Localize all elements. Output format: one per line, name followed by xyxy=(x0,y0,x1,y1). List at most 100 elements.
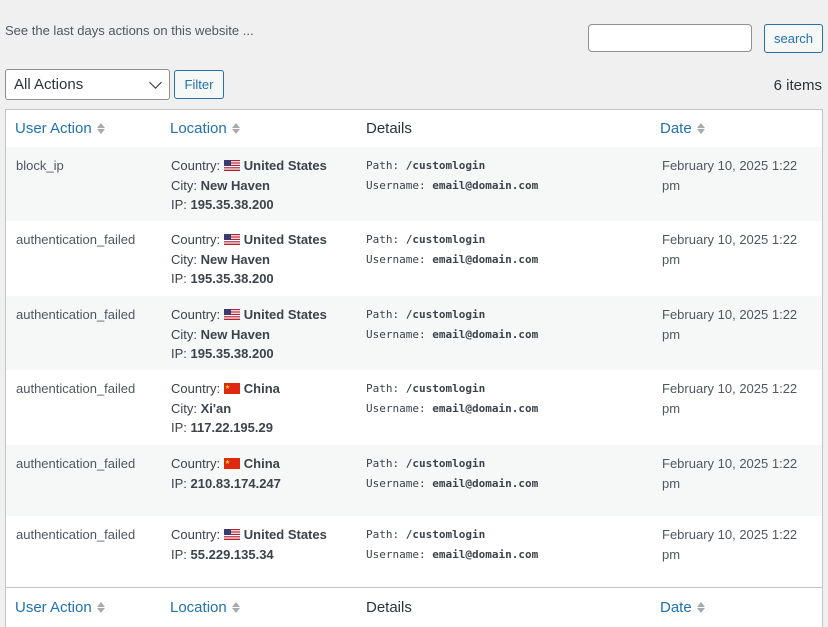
date-cell: February 10, 2025 1:22 pm xyxy=(662,307,798,342)
user-action: block_ip xyxy=(16,158,64,173)
username-value: email@domain.com xyxy=(432,252,539,266)
cn-flag-icon xyxy=(223,455,240,469)
location-cell: Country: United States City: New Haven I… xyxy=(171,305,327,364)
ip-value: 195.35.38.200 xyxy=(190,346,274,361)
column-header-user-action[interactable]: User Action xyxy=(15,120,105,137)
details-cell: Path: /customlogin Username: email@domai… xyxy=(366,305,538,344)
ip-value: 195.35.38.200 xyxy=(190,271,274,286)
country-value: United States xyxy=(243,307,327,322)
user-action: authentication_failed xyxy=(16,307,136,322)
column-label: Date xyxy=(660,120,692,137)
cn-flag-icon xyxy=(223,380,240,394)
details-path: Path: /customlogin xyxy=(366,305,538,325)
sort-icon xyxy=(96,123,105,134)
location-ip: IP: 210.83.174.247 xyxy=(171,474,281,494)
details-path: Path: /customlogin xyxy=(366,379,538,399)
details-username: Username: email@domain.com xyxy=(366,545,538,565)
search-input[interactable] xyxy=(588,24,752,52)
city-value: New Haven xyxy=(200,326,270,342)
location-country: Country: United States xyxy=(171,230,327,250)
us-flag-icon xyxy=(223,231,240,245)
user-action: authentication_failed xyxy=(16,381,136,396)
location-cell: Country: China City: Xi'an IP: 117.22.19… xyxy=(171,379,280,438)
column-header-date[interactable]: Date xyxy=(660,120,705,137)
details-path: Path: /customlogin xyxy=(366,156,538,176)
column-label: User Action xyxy=(15,120,92,137)
location-city: City: New Haven xyxy=(171,250,327,270)
us-flag-icon xyxy=(223,526,240,540)
location-country: Country: United States xyxy=(171,305,327,325)
country-label: Country: xyxy=(171,456,221,471)
column-footer-user-action[interactable]: User Action xyxy=(15,599,105,616)
details-username: Username: email@domain.com xyxy=(366,325,538,345)
username-label: Username: xyxy=(366,476,426,490)
city-value: New Haven xyxy=(200,251,270,267)
column-footer-location[interactable]: Location xyxy=(170,599,240,616)
table-header: User Action Location Details Date xyxy=(6,110,822,148)
details-username: Username: email@domain.com xyxy=(366,474,538,494)
search-button[interactable]: search xyxy=(764,24,823,53)
column-footer-date[interactable]: Date xyxy=(660,599,705,616)
ip-value: 117.22.195.29 xyxy=(190,420,273,435)
sort-icon xyxy=(96,602,105,613)
details-path: Path: /customlogin xyxy=(366,525,538,545)
path-label: Path: xyxy=(366,308,400,321)
details-path: Path: /customlogin xyxy=(366,230,538,250)
column-header-location[interactable]: Location xyxy=(170,120,240,137)
column-label: User Action xyxy=(15,599,92,616)
table-row: block_ip Country: United States City: Ne… xyxy=(6,147,822,221)
chevron-down-icon xyxy=(149,76,162,89)
user-action: authentication_failed xyxy=(16,456,136,471)
city-label: City: xyxy=(171,251,197,267)
date-cell: February 10, 2025 1:22 pm xyxy=(662,456,798,491)
details-username: Username: email@domain.com xyxy=(366,399,538,419)
sort-icon xyxy=(696,602,705,613)
username-label: Username: xyxy=(366,327,426,341)
date-cell: February 10, 2025 1:22 pm xyxy=(662,381,798,416)
username-value: email@domain.com xyxy=(432,327,539,341)
table-row: authentication_failed Country: United St… xyxy=(6,516,822,587)
location-city: City: Xi'an xyxy=(171,399,280,419)
city-label: City: xyxy=(171,400,197,416)
city-label: City: xyxy=(171,326,197,342)
column-label: Location xyxy=(170,599,227,616)
column-label: Location xyxy=(170,120,227,137)
table-footer: User Action Location Details Date xyxy=(6,587,822,627)
city-label: City: xyxy=(171,177,197,193)
ip-value: 210.83.174.247 xyxy=(190,475,281,491)
username-label: Username: xyxy=(366,401,426,415)
ip-label: IP: xyxy=(171,546,187,562)
table-row: authentication_failed Country: United St… xyxy=(6,296,822,370)
path-value: /customlogin xyxy=(405,308,486,321)
country-label: Country: xyxy=(171,527,221,542)
user-action: authentication_failed xyxy=(16,232,136,247)
location-country: Country: China xyxy=(171,379,280,399)
filter-button[interactable]: Filter xyxy=(174,70,224,99)
details-username: Username: email@domain.com xyxy=(366,176,538,196)
country-label: Country: xyxy=(171,158,221,173)
path-label: Path: xyxy=(366,382,400,395)
details-cell: Path: /customlogin Username: email@domai… xyxy=(366,156,538,195)
path-value: /customlogin xyxy=(405,382,486,395)
action-filter-selected: All Actions xyxy=(14,76,84,93)
table-row: authentication_failed Country: China Cit… xyxy=(6,370,822,445)
date-cell: February 10, 2025 1:22 pm xyxy=(662,232,798,267)
location-cell: Country: United States IP: 55.229.135.34 xyxy=(171,525,327,564)
country-label: Country: xyxy=(171,307,221,322)
ip-label: IP: xyxy=(171,197,187,212)
action-filter-select[interactable]: All Actions xyxy=(5,69,170,100)
location-ip: IP: 117.22.195.29 xyxy=(171,418,280,438)
path-label: Path: xyxy=(366,159,400,172)
us-flag-icon xyxy=(223,306,240,320)
username-value: email@domain.com xyxy=(432,547,539,561)
us-flag-icon xyxy=(223,157,240,171)
details-path: Path: /customlogin xyxy=(366,454,538,474)
table-row: authentication_failed Country: United St… xyxy=(6,221,822,296)
city-value: Xi'an xyxy=(200,400,232,416)
location-city: City: New Haven xyxy=(171,176,327,196)
details-username: Username: email@domain.com xyxy=(366,250,538,270)
items-count: 6 items xyxy=(773,77,822,94)
user-action: authentication_failed xyxy=(16,527,136,542)
ip-value: 55.229.135.34 xyxy=(190,546,274,562)
username-value: email@domain.com xyxy=(432,178,539,192)
